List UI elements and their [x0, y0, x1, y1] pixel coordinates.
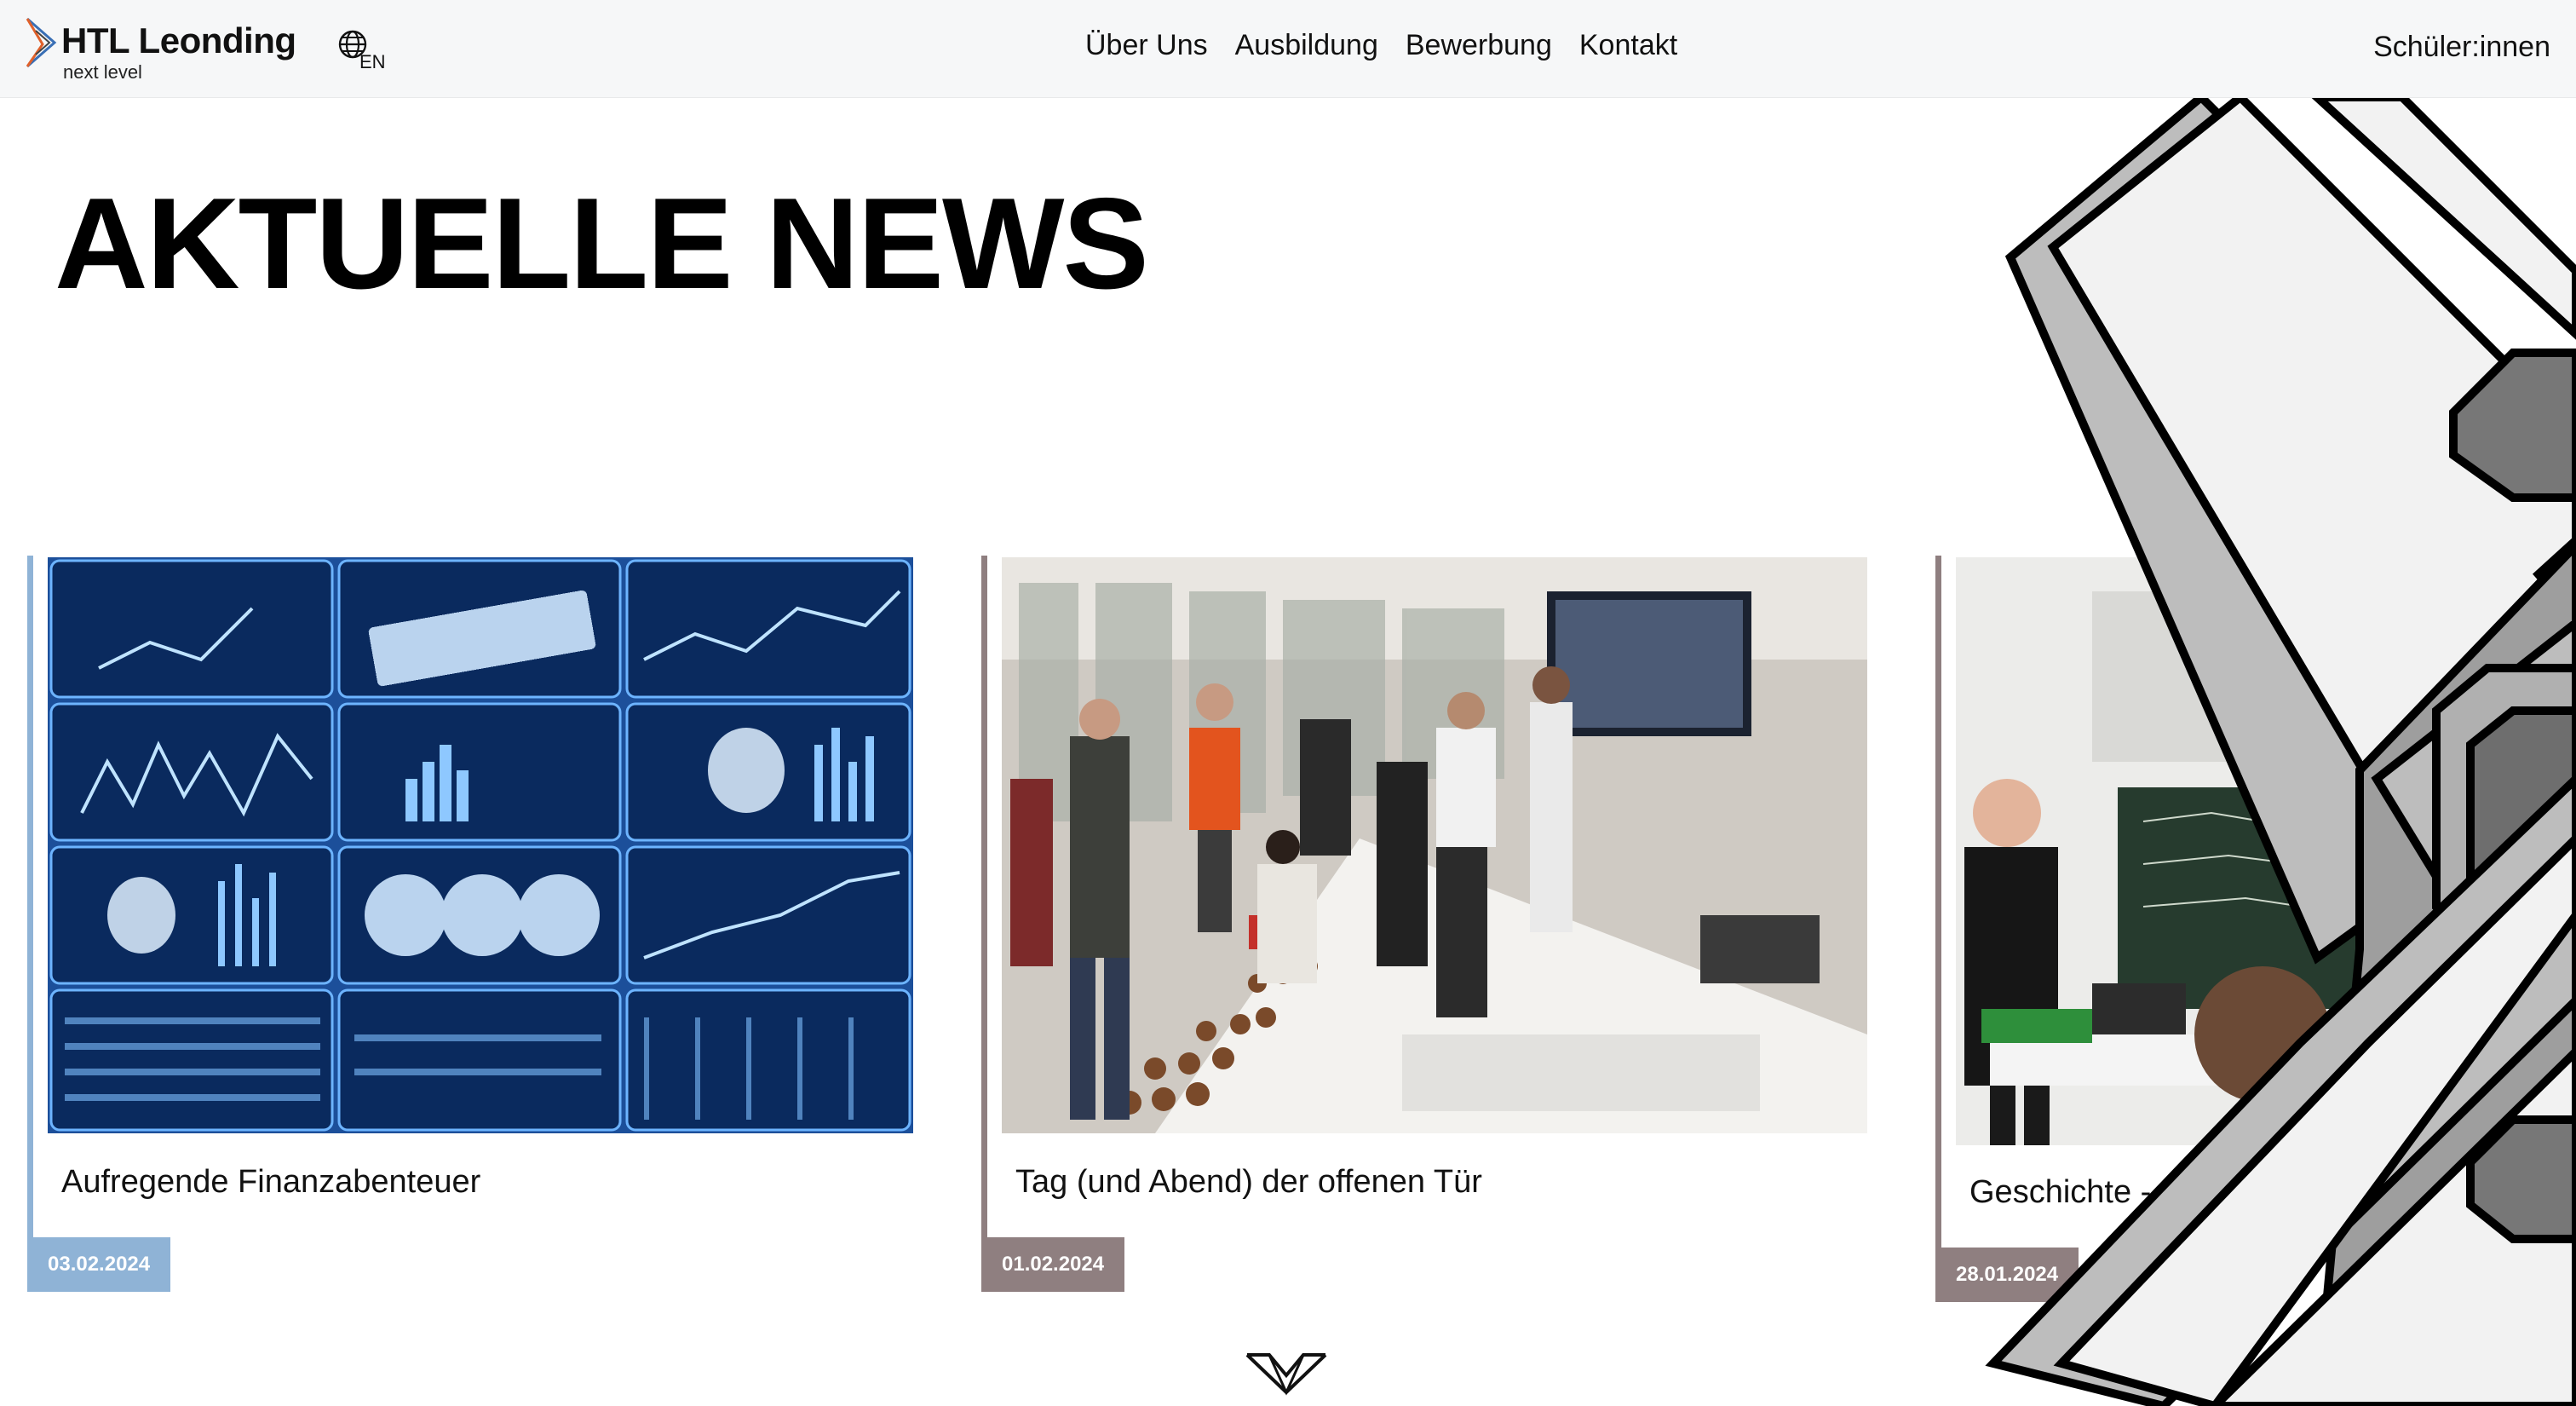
- logo-subtitle: next level: [63, 61, 142, 83]
- news-card[interactable]: Aufregende Finanzabenteuer 03.02.2024: [27, 556, 913, 1292]
- students-link[interactable]: Schüler:innen: [2373, 31, 2550, 64]
- top-navbar: HTL Leonding next level EN Über Uns Ausb…: [0, 0, 2576, 98]
- nav-item-bewerbung[interactable]: Bewerbung: [1406, 29, 1552, 62]
- open-day-buffet-photo[interactable]: [1002, 557, 1867, 1133]
- language-switcher[interactable]: EN: [337, 29, 405, 77]
- htl-logo[interactable]: HTL Leonding next level: [24, 17, 313, 85]
- logo-title: HTL Leonding: [61, 20, 296, 61]
- news-date-badge: 01.02.2024: [981, 1237, 1125, 1292]
- htl-logo-icon: [26, 17, 57, 68]
- news-title[interactable]: Tag (und Abend) der offenen Tür: [1015, 1164, 1482, 1201]
- page-title: AKTUELLE NEWS: [55, 171, 1149, 316]
- decorative-geometry: [1985, 97, 2576, 1406]
- news-date-badge: 03.02.2024: [27, 1237, 171, 1292]
- chevron-down-icon[interactable]: [1244, 1350, 1329, 1397]
- main-nav: Über Uns Ausbildung Bewerbung Kontakt: [1085, 29, 1677, 62]
- nav-item-ausbildung[interactable]: Ausbildung: [1235, 29, 1378, 62]
- nav-item-ueber-uns[interactable]: Über Uns: [1085, 29, 1208, 62]
- card-accent-bar: [981, 556, 987, 1248]
- news-card[interactable]: Tag (und Abend) der offenen Tür 01.02.20…: [981, 556, 1867, 1292]
- nav-item-kontakt[interactable]: Kontakt: [1579, 29, 1677, 62]
- language-code: EN: [359, 51, 386, 72]
- card-accent-bar: [27, 556, 33, 1248]
- card-accent-bar: [1935, 556, 1941, 1258]
- news-title[interactable]: Aufregende Finanzabenteuer: [61, 1164, 480, 1201]
- finance-screens-photo[interactable]: [48, 557, 913, 1133]
